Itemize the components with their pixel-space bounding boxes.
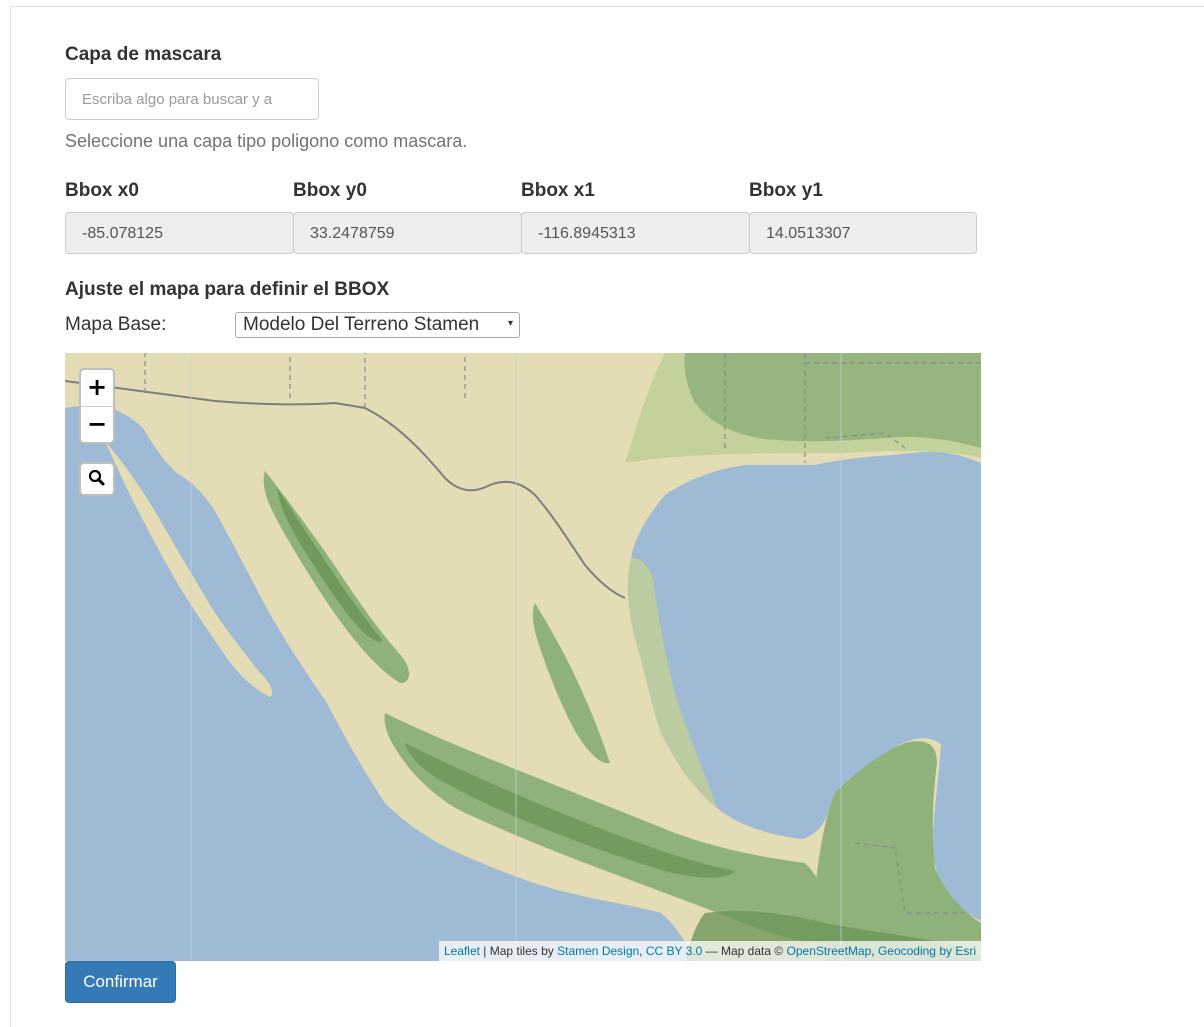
- base-map-select[interactable]: Modelo Del Terreno Stamen ▾: [235, 312, 520, 338]
- map-view[interactable]: + − Leaflet | Map tiles by Stamen Design…: [65, 353, 981, 961]
- zoom-in-button[interactable]: +: [81, 370, 113, 407]
- mask-layer-search-input[interactable]: [65, 78, 319, 120]
- mask-layer-heading: Capa de mascara: [65, 44, 222, 65]
- confirm-button[interactable]: Confirmar: [65, 961, 176, 1003]
- chevron-down-icon: ▾: [507, 318, 513, 329]
- zoom-control: + −: [79, 368, 115, 444]
- attribution-comma-2: ,: [871, 944, 878, 958]
- bbox-y0-label: Bbox y0: [293, 180, 367, 201]
- geocoder-search-button[interactable]: [79, 462, 115, 496]
- license-link[interactable]: CC BY 3.0: [646, 944, 702, 958]
- attribution-text-1: | Map tiles by: [479, 944, 558, 958]
- esri-link[interactable]: Geocoding by Esri: [878, 944, 976, 958]
- base-map-selected-value: Modelo Del Terreno Stamen: [243, 314, 480, 335]
- attribution-text-2: — Map data ©: [702, 944, 787, 958]
- map-bbox-heading: Ajuste el mapa para definir el BBOX: [65, 279, 390, 300]
- bbox-y0-field[interactable]: 33.2478759: [293, 212, 522, 254]
- search-icon: [88, 469, 105, 486]
- bbox-y1-field[interactable]: 14.0513307: [749, 212, 977, 254]
- leaflet-link[interactable]: Leaflet: [444, 944, 480, 958]
- bbox-x1-field[interactable]: -116.8945313: [521, 212, 750, 254]
- terrain-map: [65, 353, 981, 961]
- osm-link[interactable]: OpenStreetMap: [787, 944, 872, 958]
- base-map-label: Mapa Base:: [65, 314, 167, 335]
- stamen-link[interactable]: Stamen Design: [557, 944, 639, 958]
- mask-layer-help-text: Seleccione una capa tipo poligono como m…: [65, 131, 468, 151]
- bbox-x0-label: Bbox x0: [65, 180, 139, 201]
- zoom-out-button[interactable]: −: [81, 407, 113, 443]
- bbox-y1-label: Bbox y1: [749, 180, 823, 201]
- bbox-x0-field[interactable]: -85.078125: [65, 212, 294, 254]
- attribution-comma-1: ,: [639, 944, 646, 958]
- map-attribution: Leaflet | Map tiles by Stamen Design, CC…: [438, 941, 981, 961]
- bbox-x1-label: Bbox x1: [521, 180, 595, 201]
